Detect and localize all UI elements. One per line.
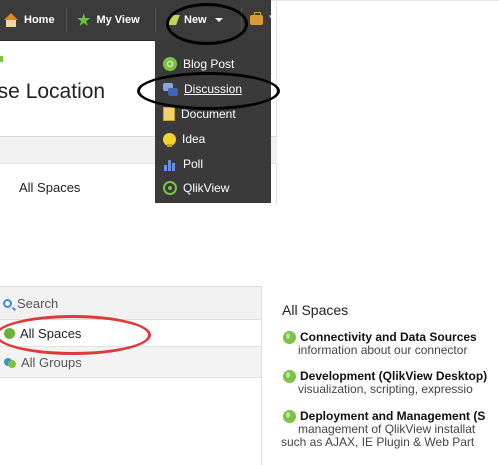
- top-navbar: Home ★ My View New Y: [0, 0, 276, 41]
- nav-my-view[interactable]: ★ My View: [77, 0, 140, 40]
- menu-item-document[interactable]: Document: [163, 103, 236, 125]
- all-spaces-heading: All Spaces: [282, 302, 349, 318]
- space-item[interactable]: Deployment and Management (S management …: [281, 409, 499, 449]
- globe-icon: [4, 327, 15, 339]
- sidebar-item-search[interactable]: Search: [0, 286, 261, 320]
- space-description: such as AJAX, IE Plugin & Web Part: [281, 436, 475, 449]
- sidebar-item-label: All Groups: [21, 354, 82, 370]
- globe-icon: [283, 369, 296, 383]
- star-icon: ★: [77, 11, 91, 29]
- nav-separator: [155, 8, 156, 32]
- space-title[interactable]: Deployment and Management (S: [300, 409, 485, 423]
- menu-item-label: Document: [181, 107, 236, 121]
- menu-item-qlikview[interactable]: QlikView: [163, 177, 229, 199]
- upper-all-spaces-label[interactable]: All Spaces: [19, 180, 80, 195]
- green-marker: [0, 56, 3, 62]
- nav-your-items[interactable]: Y: [250, 0, 276, 40]
- menu-item-label: Blog Post: [183, 57, 235, 71]
- menu-item-label: Discussion: [184, 82, 243, 96]
- page-title: ose Location: [0, 80, 106, 103]
- top-border-line: [271, 0, 499, 1]
- idea-icon: [163, 132, 176, 147]
- space-description: information about our connector: [298, 344, 468, 357]
- discussion-icon: [163, 82, 178, 96]
- nav-myview-label: My View: [96, 14, 140, 26]
- upper-panel-bar: [0, 136, 155, 164]
- sidebar-item-label: All Spaces: [20, 325, 82, 341]
- blog-post-icon: [163, 57, 177, 71]
- new-dropdown-menu: Blog Post Discussion Document Idea Poll …: [155, 40, 271, 203]
- search-icon: [3, 298, 12, 308]
- space-item[interactable]: Development (QlikView Desktop) visualiza…: [283, 369, 499, 396]
- sidebar-item-label: Search: [17, 295, 59, 311]
- space-description: visualization, scripting, expressio: [298, 383, 473, 396]
- menu-item-blog-post[interactable]: Blog Post: [163, 53, 234, 75]
- new-pencil-icon: [166, 15, 180, 25]
- briefcase-icon: [250, 12, 263, 25]
- sidebar-item-all-spaces[interactable]: All Spaces: [0, 320, 261, 346]
- document-icon: [163, 107, 175, 121]
- space-item[interactable]: Connectivity and Data Sources informatio…: [283, 330, 499, 357]
- nav-truncated-label: Y: [269, 14, 277, 26]
- nav-home[interactable]: Home: [4, 0, 55, 40]
- nav-separator: [66, 8, 67, 32]
- upper-panel-bar-right: [271, 136, 277, 164]
- nav-new-label: New: [184, 14, 207, 26]
- chevron-down-icon: [214, 18, 223, 22]
- groups-icon: [4, 356, 16, 368]
- menu-item-poll[interactable]: Poll: [163, 153, 203, 175]
- nav-new-menu[interactable]: New: [166, 0, 223, 40]
- globe-icon: [283, 330, 296, 344]
- qlikview-icon: [163, 181, 177, 195]
- menu-item-label: QlikView: [183, 181, 230, 195]
- sidebar-item-all-groups[interactable]: All Groups: [0, 346, 261, 378]
- menu-item-label: Poll: [183, 157, 204, 171]
- space-description: management of QlikView installat: [298, 423, 476, 436]
- space-title[interactable]: Development (QlikView Desktop): [300, 369, 487, 383]
- nav-separator: [241, 8, 242, 32]
- poll-icon: [163, 157, 177, 171]
- menu-item-discussion[interactable]: Discussion: [163, 78, 242, 100]
- space-title[interactable]: Connectivity and Data Sources: [300, 330, 477, 344]
- globe-icon: [283, 409, 296, 423]
- nav-home-label: Home: [24, 14, 55, 26]
- menu-item-idea[interactable]: Idea: [163, 128, 205, 150]
- home-icon: [4, 13, 18, 27]
- menu-item-label: Idea: [182, 132, 206, 146]
